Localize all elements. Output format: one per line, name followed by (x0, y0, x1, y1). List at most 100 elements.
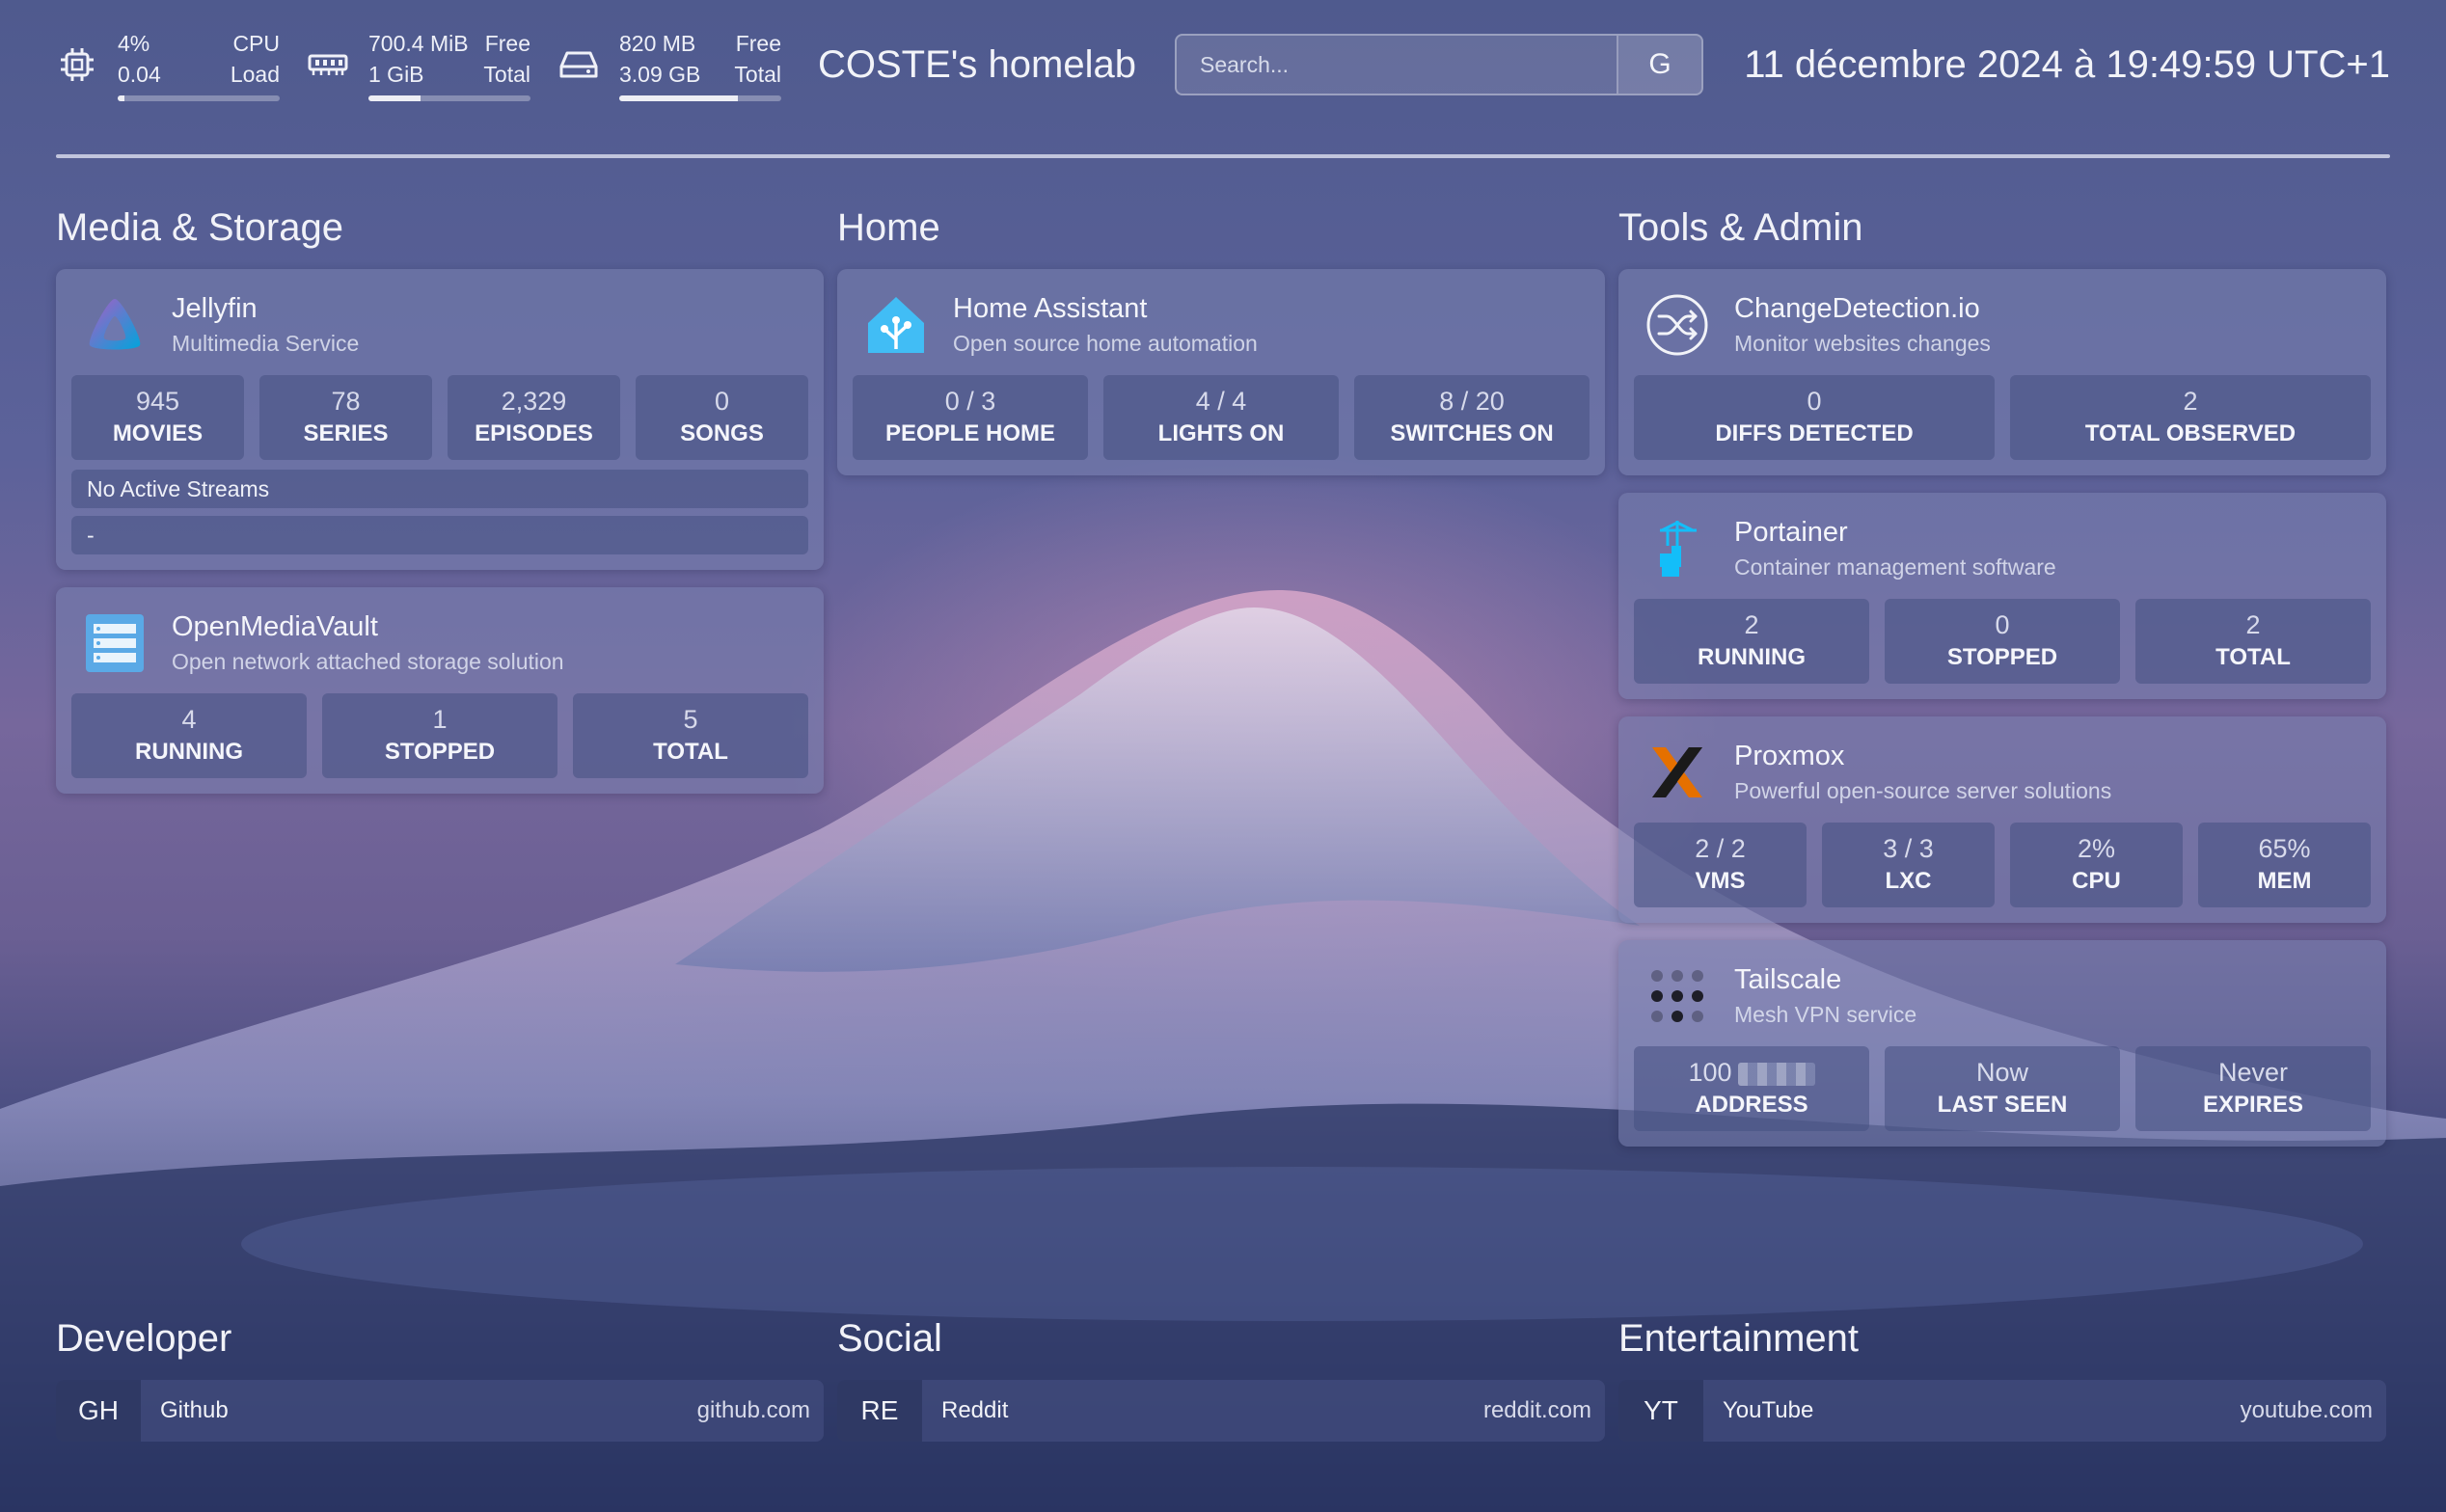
memory-free-value: 700.4 MiB (368, 31, 469, 56)
service-card-proxmox[interactable]: Proxmox Powerful open-source server solu… (1618, 716, 2386, 923)
service-description: Powerful open-source server solutions (1734, 778, 2112, 803)
stat-stopped: 1 STOPPED (322, 693, 557, 778)
bookmark-abbr: YT (1618, 1380, 1703, 1442)
disk-icon (557, 43, 600, 86)
tailscale-icon (1642, 960, 1713, 1032)
stat-value: 0 / 3 (944, 387, 996, 416)
stat-value: 2 (2245, 610, 2261, 639)
stat-value: 2 (1744, 610, 1759, 639)
changedetection-icon (1642, 289, 1713, 361)
service-card-home-assistant[interactable]: Home Assistant Open source home automati… (837, 269, 1605, 475)
service-name: ChangeDetection.io (1734, 293, 1980, 324)
stat-label: EPISODES (475, 420, 593, 446)
cpu-label: CPU (232, 31, 280, 56)
stat-expires: Never EXPIRES (2135, 1046, 2371, 1131)
memory-usage-bar (368, 95, 530, 101)
stat-label: MEM (2257, 868, 2312, 894)
bookmark-name: YouTube (1723, 1397, 1814, 1423)
bookmark-url: youtube.com (2240, 1397, 2373, 1423)
bookmark-group-title: Entertainment (1618, 1317, 1860, 1360)
service-card-openmediavault[interactable]: OpenMediaVault Open network attached sto… (56, 587, 824, 794)
portainer-icon (1642, 513, 1713, 584)
bookmark-name: Github (160, 1397, 229, 1423)
stat-switches-on: 8 / 20 SWITCHES ON (1354, 375, 1590, 460)
group-title: Tools & Admin (1618, 206, 1863, 249)
bookmark-reddit[interactable]: RE Reddit reddit.com (837, 1380, 1605, 1442)
stat-diffs-detected: 0 DIFFS DETECTED (1634, 375, 1995, 460)
disk-free-label: Free (735, 31, 781, 56)
service-description: Container management software (1734, 554, 2056, 580)
bookmark-url: reddit.com (1482, 1397, 1591, 1423)
openmediavault-icon (79, 608, 150, 679)
stat-label: RUNNING (135, 739, 243, 765)
stream-status: No Active Streams (71, 470, 808, 508)
home-assistant-icon (860, 289, 932, 361)
disk-total-value: 3.09 GB (619, 62, 701, 87)
service-card-jellyfin[interactable]: Jellyfin Multimedia Service 945 MOVIES 78… (56, 269, 824, 570)
service-description: Mesh VPN service (1734, 1002, 1917, 1027)
bookmark-group-social: Social RE Reddit reddit.com (837, 1317, 1605, 1442)
stat-value: 0 (1995, 610, 2010, 639)
service-description: Open source home automation (953, 331, 1258, 356)
stat-value: 78 (331, 387, 361, 416)
stat-value: 2 (2183, 387, 2198, 416)
stat-people-home: 0 / 3 PEOPLE HOME (853, 375, 1088, 460)
address-visible-part: 100 (1688, 1058, 1732, 1087)
stat-value: 3 / 3 (1883, 834, 1934, 863)
service-name: Portainer (1734, 517, 1848, 548)
stat-label: STOPPED (1946, 644, 2058, 670)
header-bar: 4% CPU 0.04 Load 700.4 MiB Free 1 GiB Total … (56, 21, 2390, 108)
stat-value: 4 (181, 705, 197, 734)
proxmox-icon (1642, 737, 1713, 808)
stat-address: 100 ADDRESS (1634, 1046, 1869, 1131)
service-name: Proxmox (1734, 741, 1845, 771)
bookmark-name: Reddit (941, 1397, 1009, 1423)
memory-icon (307, 43, 349, 86)
disk-widget: 820 MB Free 3.09 GB Total (557, 28, 781, 101)
disk-total-label: Total (734, 62, 781, 87)
memory-widget: 700.4 MiB Free 1 GiB Total (307, 28, 530, 101)
memory-total-label: Total (483, 62, 530, 87)
stat-movies: 945 MOVIES (71, 375, 244, 460)
stat-label: LXC (1885, 868, 1932, 894)
stat-stopped: 0 STOPPED (1885, 599, 2120, 684)
bookmark-youtube[interactable]: YT YouTube youtube.com (1618, 1380, 2386, 1442)
stat-cpu: 2% CPU (2010, 823, 2183, 907)
stat-label: STOPPED (384, 739, 496, 765)
stat-label: SWITCHES ON (1390, 420, 1554, 446)
stat-label: CPU (2072, 868, 2121, 894)
bookmark-github[interactable]: GH Github github.com (56, 1380, 824, 1442)
service-description: Monitor websites changes (1734, 331, 1991, 356)
stat-running: 2 RUNNING (1634, 599, 1869, 684)
bookmark-group-developer: Developer GH Github github.com (56, 1317, 824, 1442)
stat-label: VMS (1695, 868, 1746, 894)
stat-value: 1 (432, 705, 448, 734)
stat-label: TOTAL (2215, 644, 2291, 670)
stat-label: RUNNING (1698, 644, 1806, 670)
service-card-tailscale[interactable]: Tailscale Mesh VPN service 100 ADDRESS N… (1618, 940, 2386, 1147)
group-title: Home (837, 206, 940, 249)
search-box: G (1174, 34, 1703, 95)
search-input[interactable] (1176, 36, 1617, 94)
service-name: Tailscale (1734, 964, 1842, 995)
stat-label: DIFFS DETECTED (1715, 420, 1914, 446)
cpu-icon (56, 43, 98, 86)
stat-value: 100 (1688, 1056, 1815, 1089)
datetime: 11 décembre 2024 à 19:49:59 UTC+1 (1744, 42, 2390, 86)
stat-last-seen: Now LAST SEEN (1885, 1046, 2120, 1131)
bookmark-url: github.com (696, 1397, 810, 1423)
service-name: OpenMediaVault (172, 611, 378, 642)
stat-value: 65% (2258, 834, 2311, 863)
cpu-usage-bar (118, 95, 280, 101)
stat-label: TOTAL OBSERVED (2084, 420, 2297, 446)
search-engine-button[interactable]: G (1616, 36, 1701, 94)
stat-songs: 0 SONGS (636, 375, 808, 460)
service-card-changedetection[interactable]: ChangeDetection.io Monitor websites chan… (1618, 269, 2386, 475)
stat-episodes: 2,329 EPISODES (448, 375, 620, 460)
stat-mem: 65% MEM (2198, 823, 2371, 907)
stat-value: 2,329 (501, 387, 567, 416)
stat-label: SERIES (303, 420, 389, 446)
service-card-portainer[interactable]: Portainer Container management software … (1618, 493, 2386, 699)
service-name: Jellyfin (172, 293, 258, 324)
stat-label: LIGHTS ON (1157, 420, 1285, 446)
